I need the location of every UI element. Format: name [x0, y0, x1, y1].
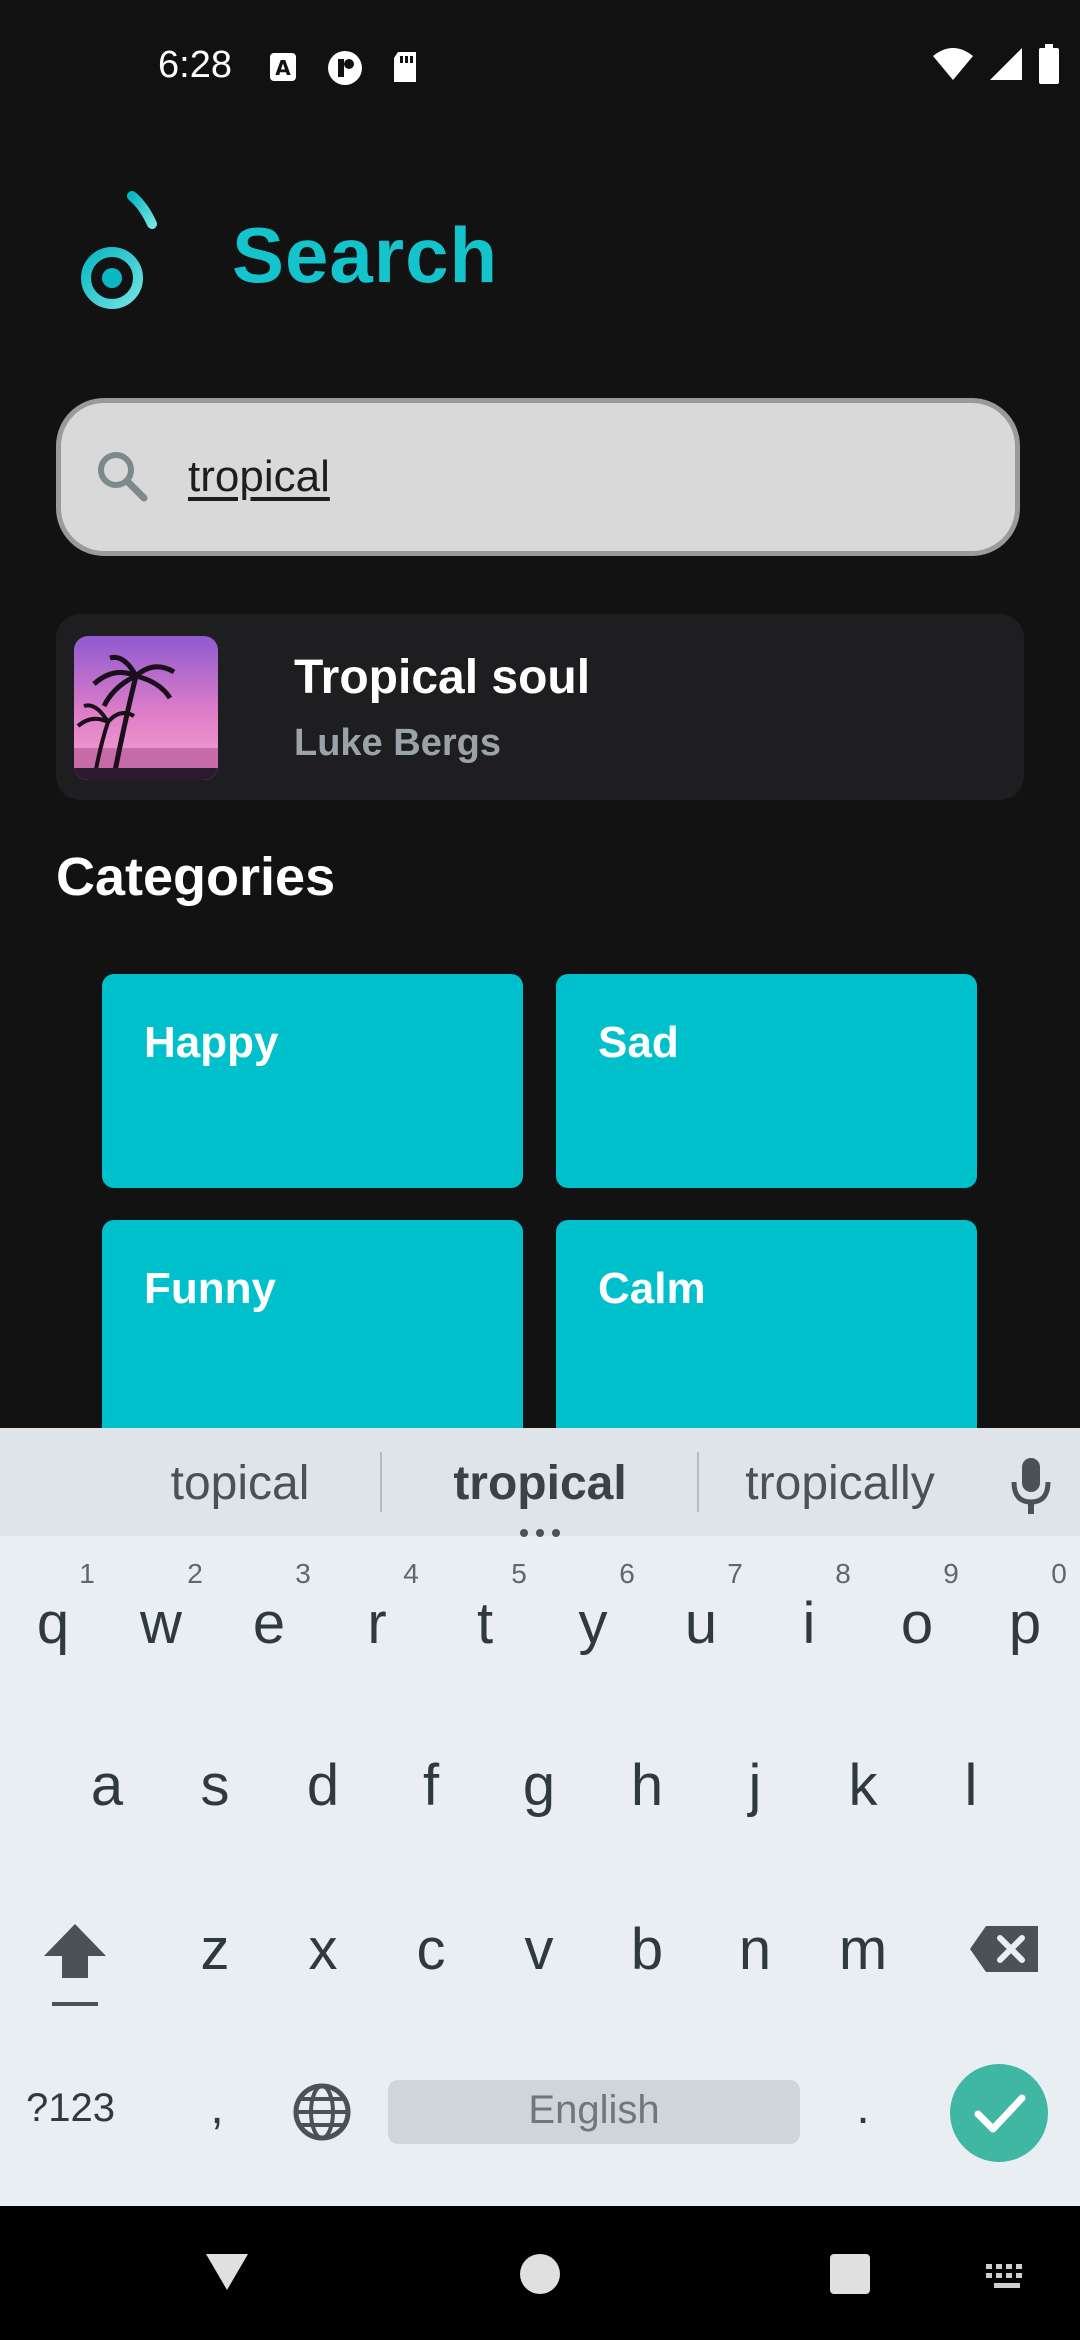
- backspace-key-icon[interactable]: [968, 1924, 1040, 1974]
- key-hint: 2: [187, 1558, 203, 1589]
- suggestion-divider: [380, 1452, 382, 1512]
- battery-icon: [1038, 43, 1060, 89]
- key-a[interactable]: a: [72, 1752, 142, 1819]
- wifi-icon: [932, 46, 974, 87]
- svg-text:A: A: [275, 56, 291, 80]
- globe-icon[interactable]: [292, 2082, 352, 2142]
- category-label: Funny: [144, 1264, 276, 1313]
- suggestion-tropical[interactable]: tropical: [430, 1456, 650, 1511]
- key-hint: 0: [1051, 1558, 1067, 1589]
- category-tile-calm[interactable]: [556, 1220, 977, 1440]
- key-b[interactable]: b: [612, 1916, 682, 1983]
- suggestion-divider: [697, 1452, 699, 1512]
- key-z[interactable]: z: [180, 1916, 250, 1983]
- key-i[interactable]: i: [774, 1590, 844, 1657]
- status-time: 6:28: [158, 44, 232, 86]
- key-o[interactable]: o: [882, 1590, 952, 1657]
- categories-heading: Categories: [56, 847, 336, 907]
- suggestion-topical[interactable]: topical: [140, 1456, 340, 1511]
- key-v[interactable]: v: [504, 1916, 574, 1983]
- key-hint: 5: [511, 1558, 527, 1589]
- key-m[interactable]: m: [828, 1916, 898, 1983]
- key-hint: 1: [79, 1558, 95, 1589]
- key-d[interactable]: d: [288, 1752, 358, 1819]
- key-hint: 3: [295, 1558, 311, 1589]
- home-circle-icon[interactable]: [518, 2252, 562, 2296]
- search-icon: [92, 446, 152, 506]
- category-label: Calm: [598, 1264, 706, 1313]
- key-y[interactable]: y: [558, 1590, 628, 1657]
- signal-icon: [988, 46, 1024, 87]
- search-input[interactable]: [186, 440, 950, 514]
- keyboard-switch-icon[interactable]: [984, 2262, 1030, 2292]
- back-triangle-icon[interactable]: [204, 2250, 250, 2292]
- microphone-icon[interactable]: [1006, 1456, 1056, 1516]
- category-label: Happy: [144, 1018, 279, 1067]
- key-x[interactable]: x: [288, 1916, 358, 1983]
- shift-key-icon[interactable]: [40, 1920, 110, 2010]
- key-n[interactable]: n: [720, 1916, 790, 1983]
- period-key[interactable]: .: [828, 2080, 898, 2135]
- key-t[interactable]: t: [450, 1590, 520, 1657]
- symbols-key[interactable]: ?123: [26, 2086, 136, 2131]
- key-hint: 9: [943, 1558, 959, 1589]
- result-artist: Luke Bergs: [294, 722, 501, 764]
- key-e[interactable]: e: [234, 1590, 304, 1657]
- key-hint: 6: [619, 1558, 635, 1589]
- key-j[interactable]: j: [720, 1752, 790, 1819]
- key-c[interactable]: c: [396, 1916, 466, 1983]
- key-hint: 4: [403, 1558, 419, 1589]
- key-hint: 8: [835, 1558, 851, 1589]
- key-k[interactable]: k: [828, 1752, 898, 1819]
- privacy-notification-icon: [326, 50, 364, 85]
- key-r[interactable]: r: [342, 1590, 412, 1657]
- key-w[interactable]: w: [126, 1590, 196, 1657]
- key-g[interactable]: g: [504, 1752, 574, 1819]
- comma-key[interactable]: ,: [182, 2080, 252, 2135]
- category-tile-happy[interactable]: [102, 974, 523, 1188]
- key-f[interactable]: f: [396, 1752, 466, 1819]
- more-suggestions-dots-icon[interactable]: [518, 1524, 562, 1537]
- album-art-image: [74, 636, 218, 780]
- key-u[interactable]: u: [666, 1590, 736, 1657]
- suggestion-tropically[interactable]: tropically: [730, 1456, 950, 1511]
- category-label: Sad: [598, 1018, 679, 1067]
- checkmark-icon: [974, 2094, 1026, 2133]
- key-l[interactable]: l: [936, 1752, 1006, 1819]
- sd-card-icon: [390, 50, 422, 84]
- category-tile-sad[interactable]: [556, 974, 977, 1188]
- result-title: Tropical soul: [294, 651, 591, 704]
- music-note-logo-icon: [72, 190, 164, 318]
- space-key-label: English: [528, 2088, 660, 2132]
- status-icons: [932, 43, 1060, 89]
- recents-square-icon[interactable]: [828, 2252, 872, 2296]
- category-tile-funny[interactable]: [102, 1220, 523, 1440]
- key-s[interactable]: s: [180, 1752, 250, 1819]
- key-p[interactable]: p: [990, 1590, 1060, 1657]
- page-title: Search: [232, 211, 499, 299]
- font-a-notification-icon: A: [268, 50, 300, 84]
- key-q[interactable]: q: [18, 1590, 88, 1657]
- enter-key[interactable]: [950, 2064, 1048, 2162]
- key-h[interactable]: h: [612, 1752, 682, 1819]
- key-hint: 7: [727, 1558, 743, 1589]
